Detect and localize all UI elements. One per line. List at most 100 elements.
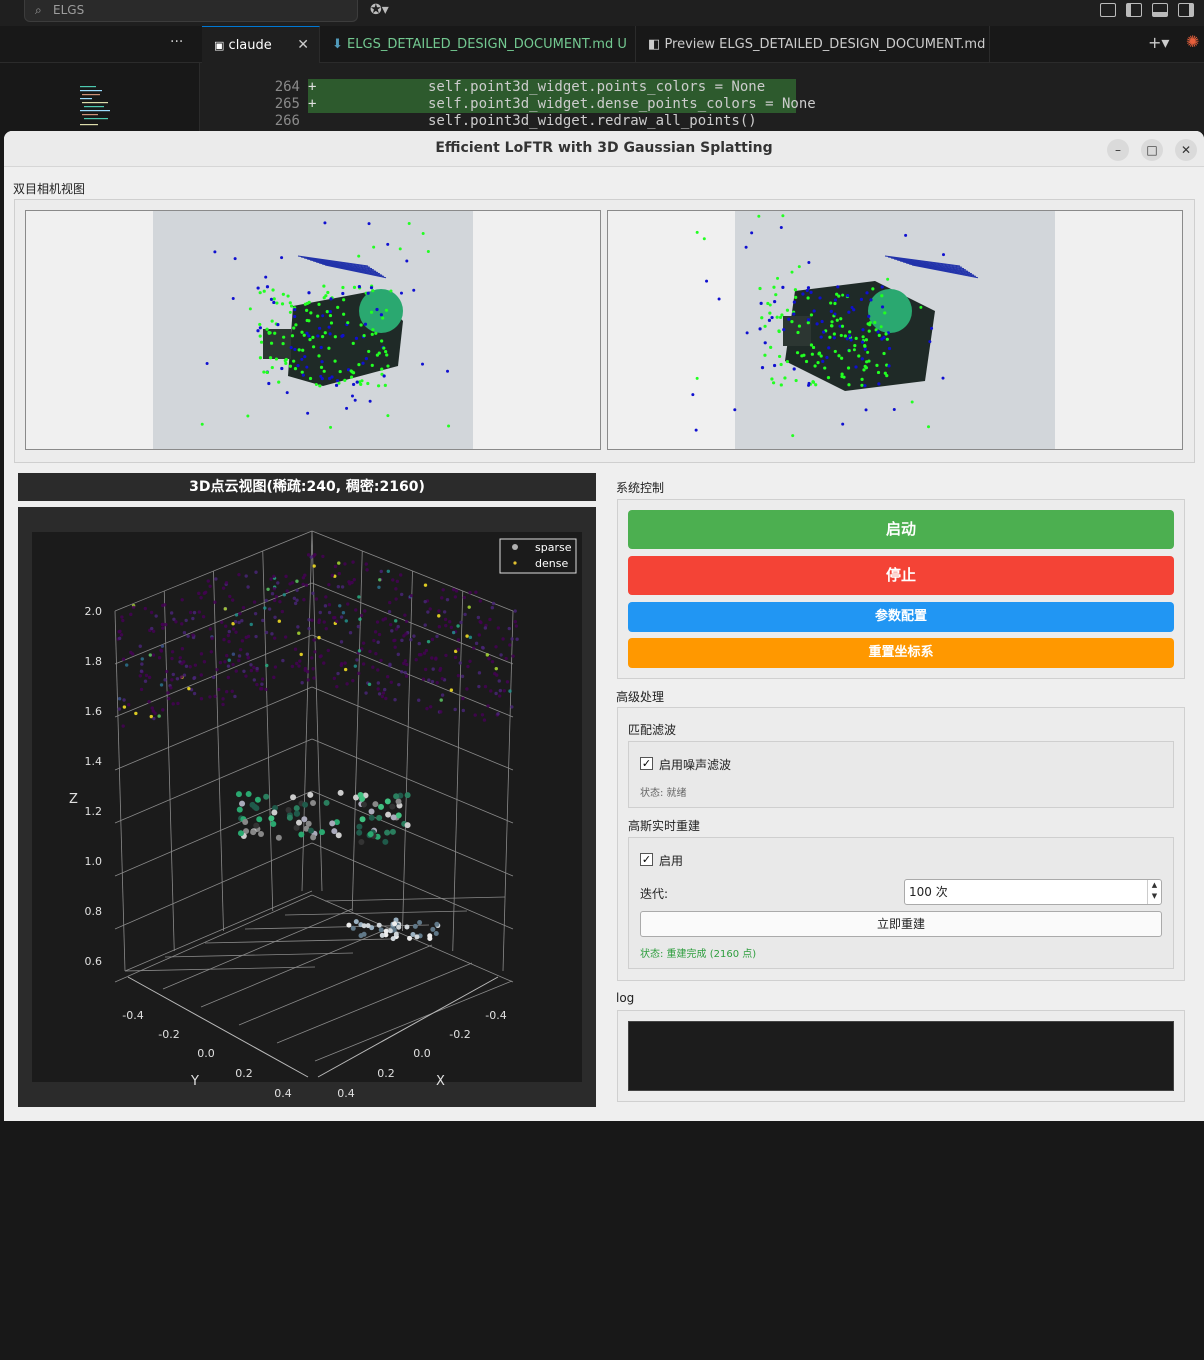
dense-point <box>437 609 441 613</box>
feature-point <box>773 300 777 304</box>
dense-point <box>428 705 433 709</box>
feature-point <box>880 285 884 289</box>
dense-point <box>211 675 216 680</box>
feature-point <box>314 383 318 387</box>
dense-point <box>409 593 413 598</box>
stop-button[interactable]: 停止 <box>628 556 1174 595</box>
maximize-button[interactable]: □ <box>1141 139 1163 161</box>
feature-point <box>205 361 209 365</box>
sparse-point <box>268 815 275 822</box>
dense-point <box>321 554 325 559</box>
feature-point <box>830 320 834 324</box>
spin-arrows[interactable]: ▲ ▼ <box>1147 880 1161 904</box>
feature-point <box>757 214 761 218</box>
desktop-background <box>0 1121 1204 1360</box>
log-output[interactable] <box>628 1021 1174 1091</box>
customize-layout-icon[interactable] <box>1100 3 1116 17</box>
tab-claude[interactable]: ▣ claude ✕ <box>202 26 320 63</box>
feature-point <box>840 356 844 360</box>
dense-point <box>327 582 331 587</box>
start-button[interactable]: 启动 <box>628 510 1174 549</box>
tab-design-doc[interactable]: ⬇ ELGS_DETAILED_DESIGN_DOCUMENT.md U <box>320 26 636 63</box>
dense-point <box>122 705 127 709</box>
point-cloud-svg[interactable]: 2.0 1.8 1.6 1.4 1.2 1.0 0.8 0.6 -0.4 -0.2 0.0 0.2 0.… <box>18 507 596 1107</box>
dense-point <box>252 600 257 604</box>
sparse-point <box>385 811 392 818</box>
feature-point <box>200 422 204 426</box>
reset-coords-button[interactable]: 重置坐标系 <box>628 638 1174 668</box>
dense-point <box>352 577 356 582</box>
dense-point <box>337 571 341 576</box>
feature-point <box>864 408 868 412</box>
dense-point <box>438 666 443 671</box>
dense-point <box>462 595 467 600</box>
iterations-spinbox[interactable]: 100 次 ▲ ▼ <box>904 879 1162 905</box>
left-camera-image <box>153 211 473 449</box>
dense-point <box>296 625 300 629</box>
dense-point <box>399 592 404 597</box>
sparse-point <box>253 805 260 812</box>
toggle-primary-sidebar-icon[interactable] <box>1126 3 1142 17</box>
feature-point <box>280 302 285 306</box>
dense-point <box>202 660 207 664</box>
feature-point <box>779 383 783 387</box>
new-tab-icon[interactable]: +▾ <box>1148 33 1169 52</box>
feature-point <box>369 310 374 314</box>
command-center-search[interactable]: ⌕ ELGS <box>24 0 358 22</box>
feature-point <box>835 318 839 322</box>
code-line: 265 + self.point3d_widget.dense_points_c… <box>200 96 1204 113</box>
legend-marker <box>513 561 517 565</box>
dense-point <box>199 673 203 677</box>
dense-point <box>215 667 219 672</box>
feature-point <box>380 339 384 343</box>
noise-filter-label: 启用噪声滤波 <box>659 758 732 772</box>
y-tick-label: -0.4 <box>122 1009 143 1022</box>
close-button[interactable]: ✕ <box>1175 139 1197 161</box>
close-icon[interactable]: ✕ <box>297 27 309 64</box>
feature-point <box>861 328 865 332</box>
dense-point <box>300 681 304 685</box>
sparse-point <box>310 834 317 841</box>
dense-point <box>159 683 164 687</box>
claude-icon[interactable]: ✺ <box>1186 32 1199 51</box>
dense-point <box>169 686 173 690</box>
tab-preview[interactable]: ◧ Preview ELGS_DETAILED_DESIGN_DOCUMENT.… <box>636 26 990 63</box>
code-text: self.point3d_widget.dense_points_colors … <box>428 96 816 112</box>
sparse-point <box>356 829 363 836</box>
dense-point <box>231 627 236 631</box>
copilot-icon[interactable]: ✪▾ <box>370 2 389 18</box>
dense-point <box>468 659 472 663</box>
feature-point <box>862 368 866 372</box>
x-tick-label: 0.2 <box>377 1067 395 1080</box>
dense-point <box>119 633 124 637</box>
feature-point <box>267 381 271 386</box>
feature-point <box>281 292 285 296</box>
params-button[interactable]: 参数配置 <box>628 602 1174 632</box>
more-actions-icon[interactable]: ··· <box>170 34 183 50</box>
dense-point <box>237 572 241 577</box>
feature-point <box>274 357 279 361</box>
toggle-secondary-sidebar-icon[interactable] <box>1178 3 1194 17</box>
minimize-button[interactable]: – <box>1107 139 1129 161</box>
dense-point <box>217 687 221 692</box>
feature-point <box>258 334 262 338</box>
sparse-point <box>359 816 366 823</box>
gauss-enable-checkbox[interactable]: ✓ <box>640 853 653 866</box>
feature-point <box>733 408 737 412</box>
feature-point <box>778 315 783 320</box>
dense-point <box>237 620 241 625</box>
dense-point <box>124 663 129 667</box>
dense-point <box>336 671 340 676</box>
dense-point <box>187 686 191 691</box>
feature-point <box>882 335 886 340</box>
noise-filter-checkbox[interactable]: ✓ <box>640 757 653 770</box>
point-cloud-plot[interactable]: 2.0 1.8 1.6 1.4 1.2 1.0 0.8 0.6 -0.4 -0.2 0.0 0.2 0.… <box>18 507 596 1107</box>
sparse-point <box>433 930 439 936</box>
toggle-panel-icon[interactable] <box>1152 3 1168 17</box>
feature-point <box>372 245 376 249</box>
feature-point <box>854 365 858 369</box>
rebuild-now-button[interactable]: 立即重建 <box>640 911 1162 937</box>
dense-point <box>508 689 512 693</box>
dense-point <box>149 610 154 615</box>
dense-point <box>498 688 503 693</box>
